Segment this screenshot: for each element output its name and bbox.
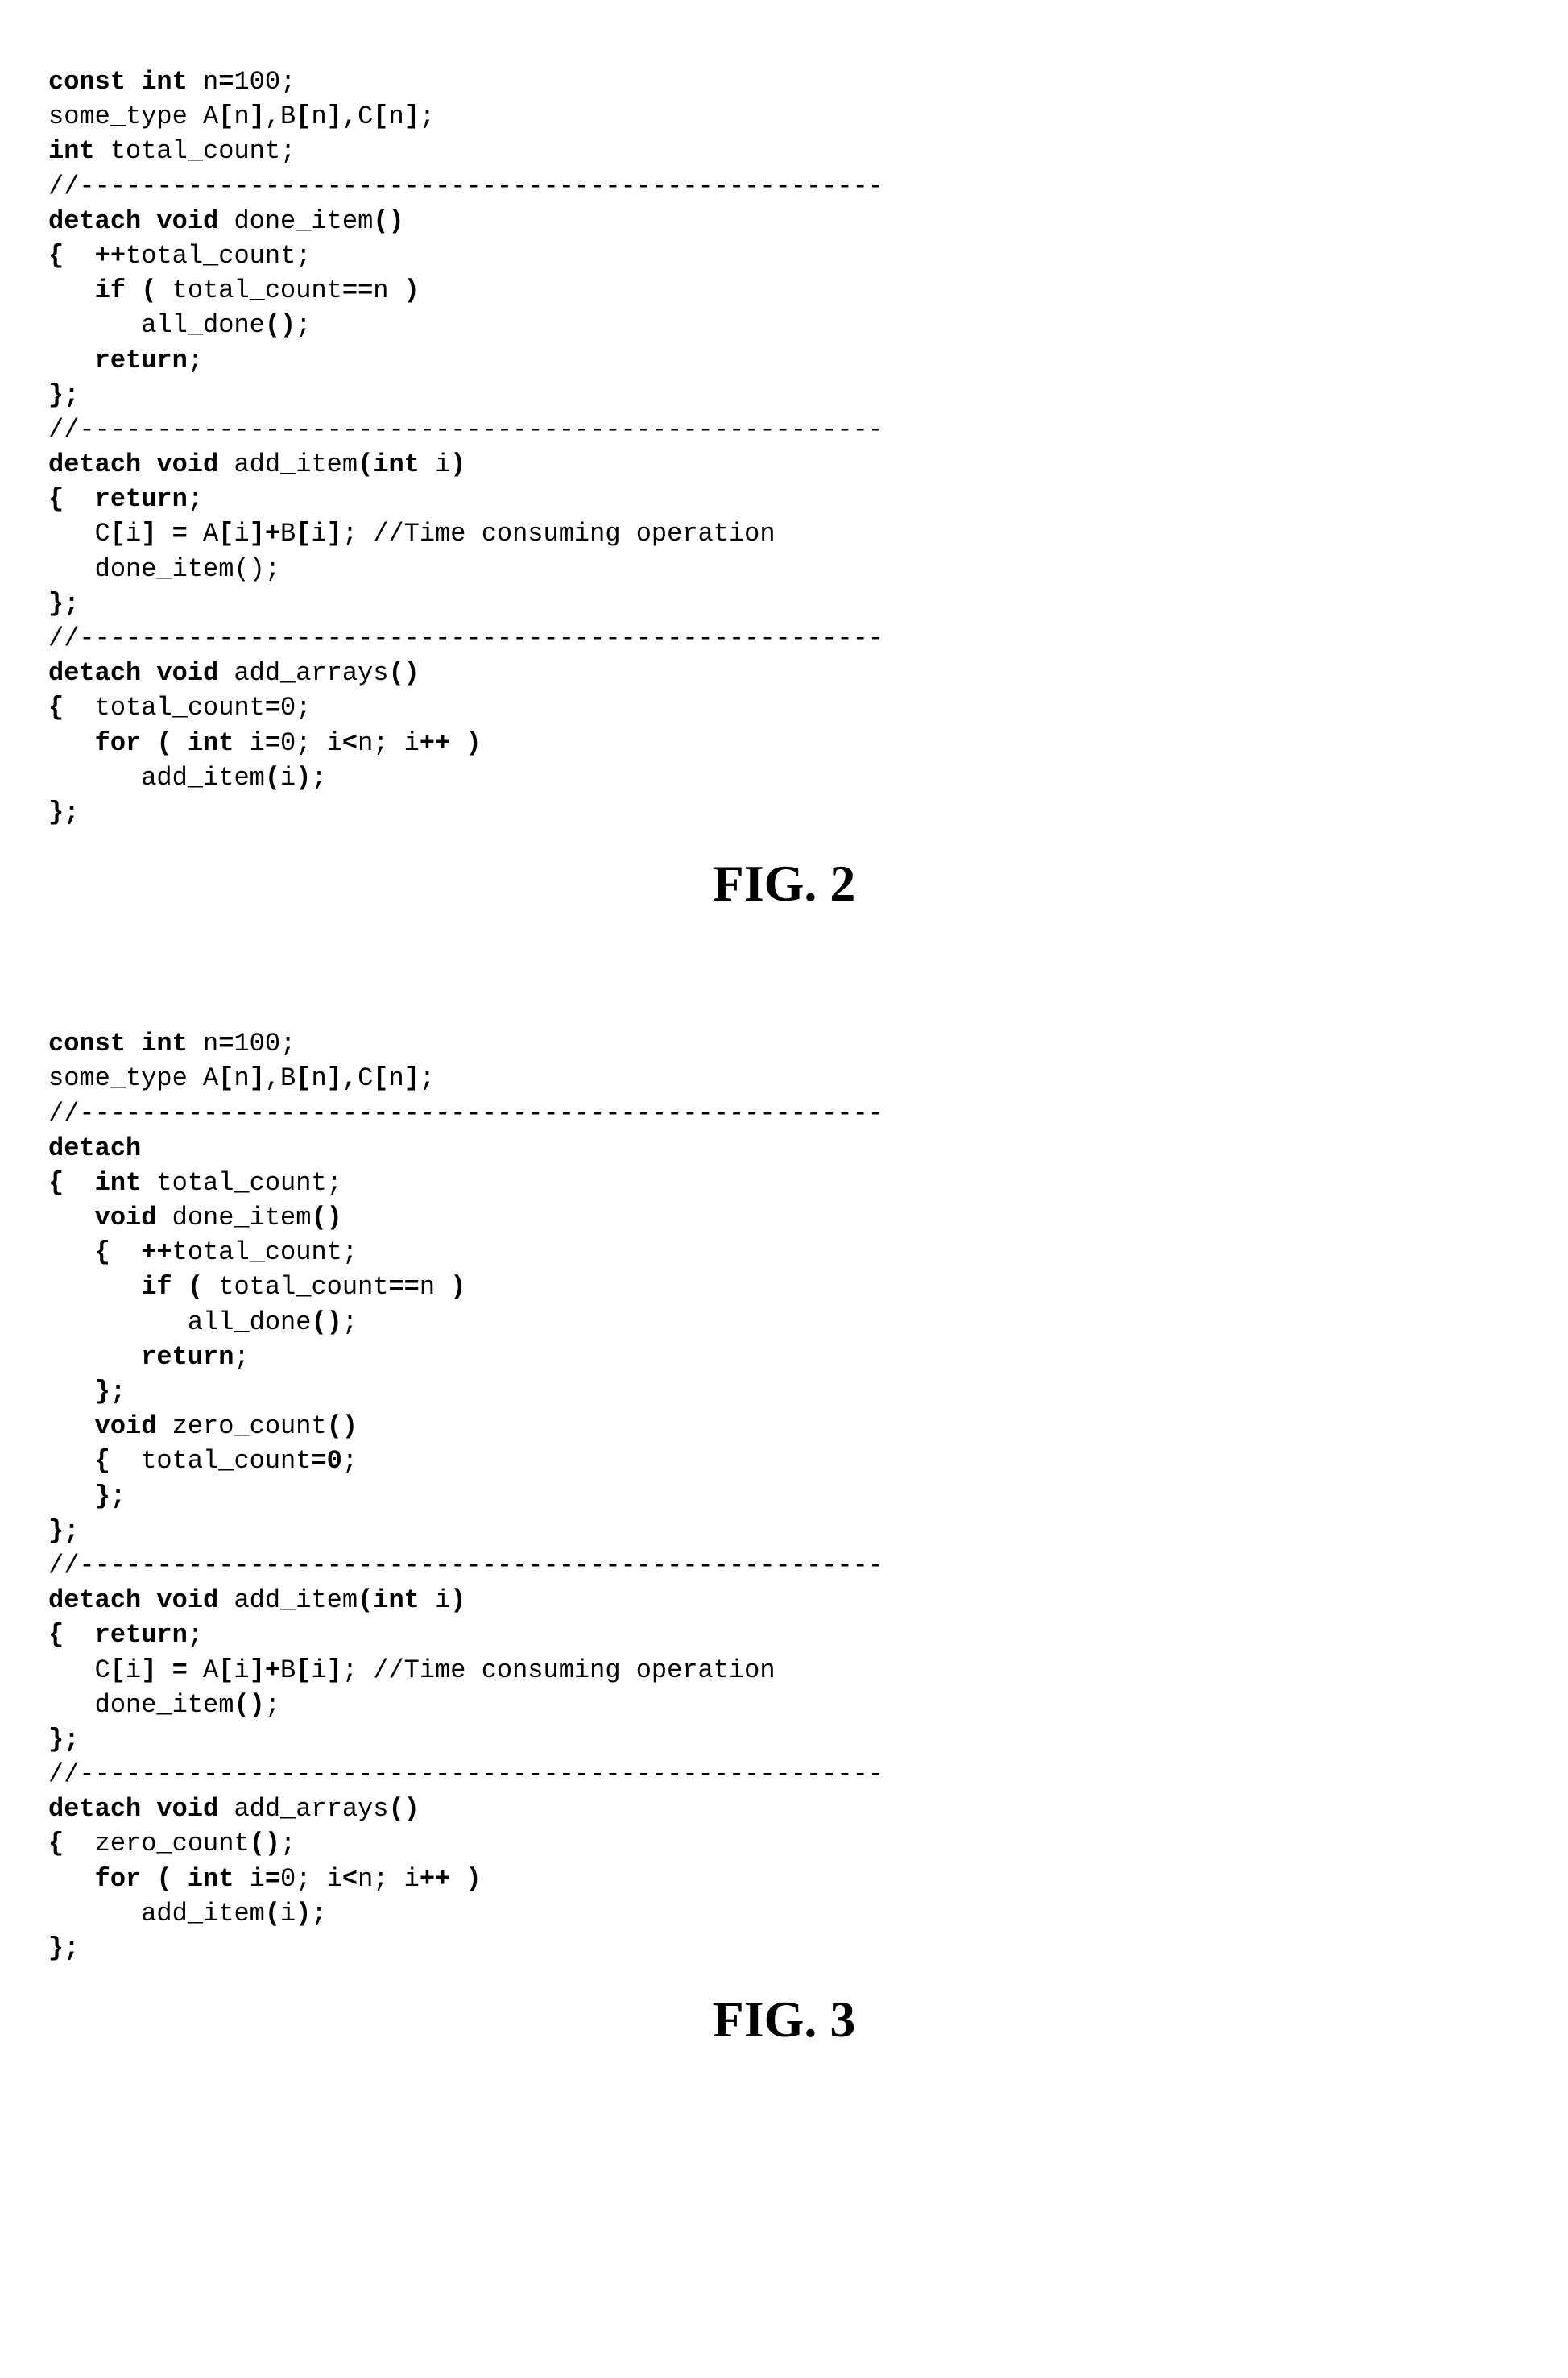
code-listing-fig3: const int n=100;some_type A[n],B[n],C[n]… <box>48 1026 1520 1966</box>
code-listing-fig2: const int n=100;some_type A[n],B[n],C[n]… <box>48 64 1520 830</box>
figure-caption-2: FIG. 2 <box>48 854 1520 914</box>
figure-caption-3: FIG. 3 <box>48 1990 1520 2049</box>
